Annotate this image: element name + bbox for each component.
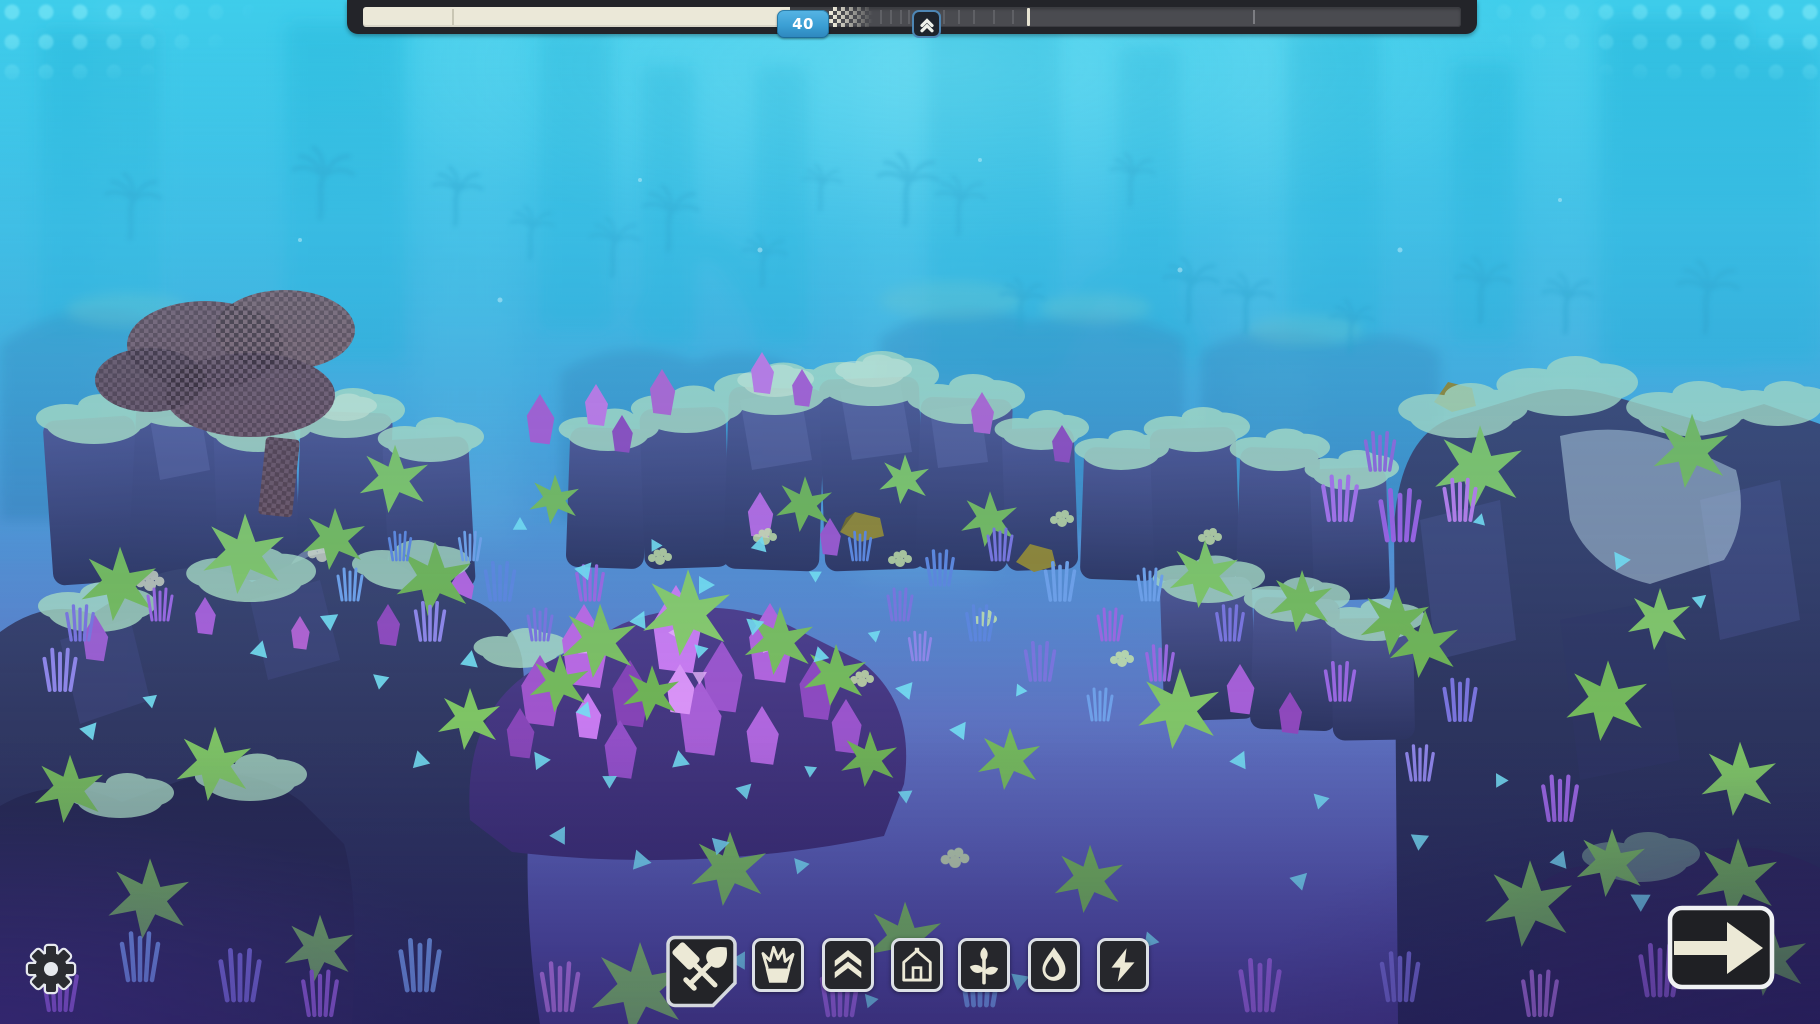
- progress-tick: [973, 10, 975, 24]
- upgrade-button[interactable]: [822, 938, 874, 992]
- double-chevron-up-icon: [825, 942, 871, 988]
- progress-tick: [943, 10, 945, 24]
- energy-button[interactable]: [1097, 938, 1149, 992]
- potted-plant-icon: [755, 942, 801, 988]
- progress-tick: [993, 10, 995, 24]
- progress-dither: [829, 7, 875, 27]
- settings-button[interactable]: [24, 942, 78, 996]
- next-button[interactable]: [1667, 905, 1775, 990]
- scene-vignette: [0, 0, 1820, 1024]
- progress-fill: [363, 7, 790, 27]
- progress-segment-divider: [452, 9, 454, 25]
- droplet-icon: [1031, 942, 1077, 988]
- house-button[interactable]: [891, 938, 943, 992]
- tools-button[interactable]: [665, 935, 738, 1008]
- gear-icon: [28, 946, 74, 992]
- game-screen: 40: [0, 0, 1820, 1024]
- progress-value-badge: 40: [777, 10, 829, 38]
- progress-tick: [880, 10, 882, 24]
- progress-marker-button[interactable]: [912, 10, 941, 38]
- progress-goal-tick: [1027, 8, 1030, 26]
- progress-tick: [890, 10, 892, 24]
- progress-track: 40: [363, 7, 1461, 27]
- double-chevron-up-icon: [918, 15, 936, 33]
- progress-tick: [1012, 10, 1014, 24]
- potted-plant-button[interactable]: [752, 938, 804, 992]
- lightning-bolt-icon: [1100, 942, 1146, 988]
- progress-tick: [958, 10, 960, 24]
- progress-far-tick: [1253, 10, 1255, 24]
- water-button[interactable]: [1028, 938, 1080, 992]
- house-icon: [894, 942, 940, 988]
- sapling-icon: [961, 942, 1007, 988]
- progress-tick: [900, 10, 902, 24]
- sapling-button[interactable]: [958, 938, 1010, 992]
- progress-tick: [908, 10, 910, 24]
- progress-bar: 40: [347, 0, 1477, 34]
- progress-value: 40: [792, 15, 814, 33]
